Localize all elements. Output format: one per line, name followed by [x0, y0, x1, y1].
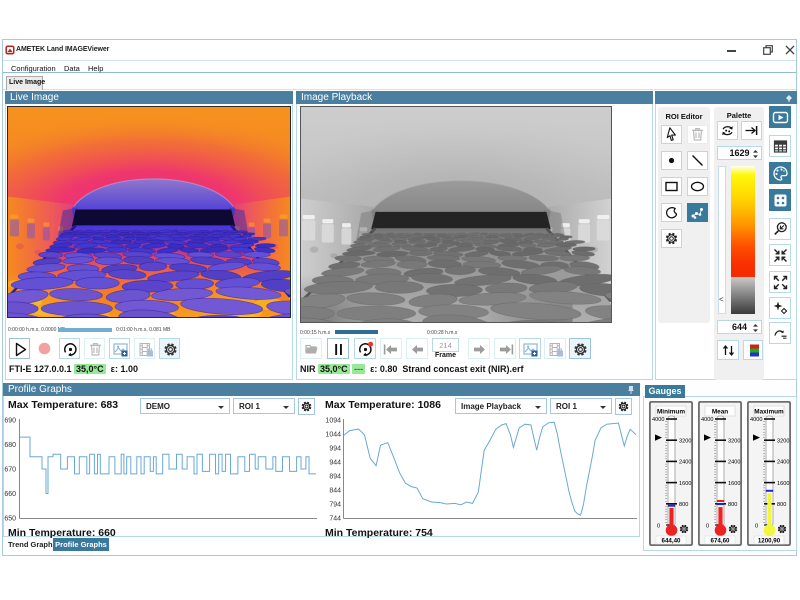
- svg-text:1600: 1600: [728, 481, 740, 487]
- svg-text:Mean: Mean: [712, 408, 728, 415]
- svg-text:800: 800: [679, 502, 688, 508]
- svg-text:2400: 2400: [777, 460, 789, 466]
- svg-text:674,60: 674,60: [711, 537, 730, 544]
- svg-text:2400: 2400: [679, 460, 691, 466]
- svg-text:3200: 3200: [777, 438, 789, 444]
- svg-text:3200: 3200: [679, 438, 691, 444]
- svg-text:800: 800: [728, 502, 737, 508]
- svg-text:Maximum: Maximum: [754, 408, 784, 415]
- svg-text:4000: 4000: [750, 417, 762, 423]
- svg-text:644,40: 644,40: [662, 537, 681, 544]
- svg-text:1200,90: 1200,90: [758, 537, 781, 544]
- svg-text:1600: 1600: [777, 481, 789, 487]
- svg-text:4000: 4000: [701, 417, 713, 423]
- svg-text:0: 0: [755, 523, 758, 529]
- svg-text:1600: 1600: [679, 481, 691, 487]
- svg-text:2400: 2400: [728, 460, 740, 466]
- svg-text:4000: 4000: [652, 417, 664, 423]
- svg-text:Minimum: Minimum: [657, 408, 685, 415]
- svg-text:800: 800: [777, 502, 786, 508]
- svg-text:3200: 3200: [728, 438, 740, 444]
- svg-text:0: 0: [706, 523, 709, 529]
- svg-text:0: 0: [657, 523, 660, 529]
